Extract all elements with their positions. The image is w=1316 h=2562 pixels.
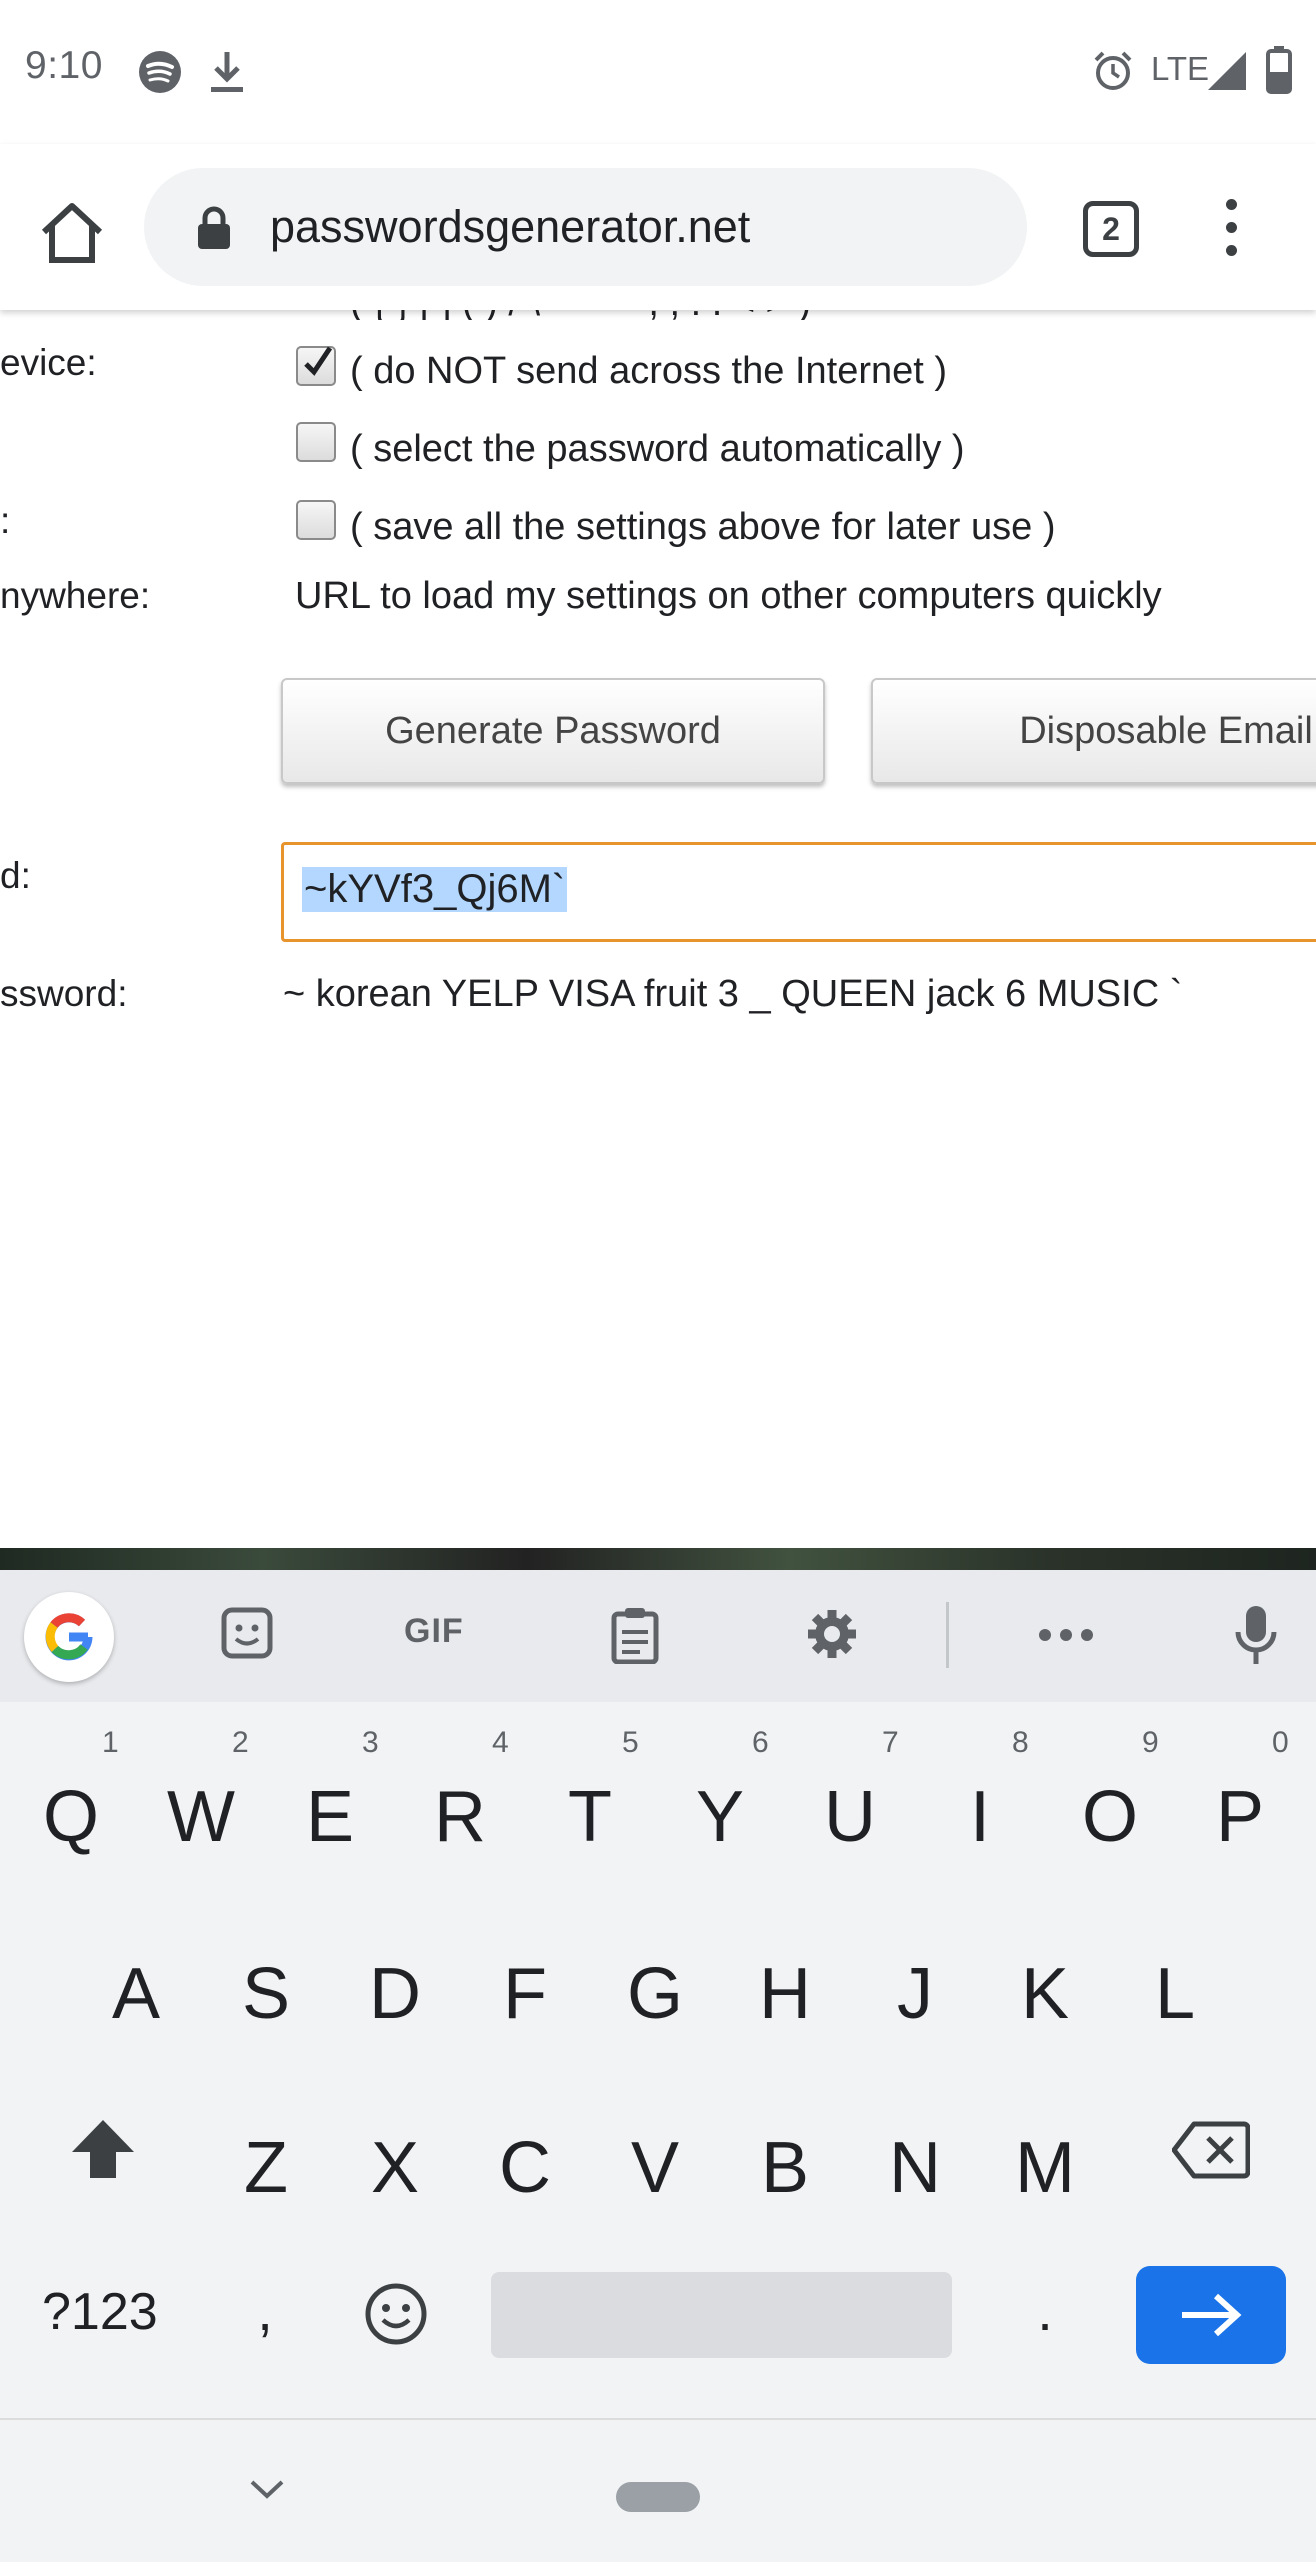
toolbar-divider [946, 1602, 949, 1668]
mic-icon[interactable] [1234, 1604, 1278, 1666]
settings-url-text[interactable]: URL to load my settings on other compute… [295, 575, 1162, 618]
key-z[interactable]: Z [216, 2127, 316, 2209]
arrow-right-icon [1182, 2293, 1242, 2337]
key-l[interactable]: L [1125, 1953, 1225, 2035]
signal-icon [1208, 52, 1246, 90]
clipboard-icon[interactable] [610, 1606, 660, 1664]
tab-switcher-button[interactable]: 2 [1083, 201, 1139, 257]
hint-2: 2 [232, 1726, 249, 1759]
shift-icon[interactable] [70, 2118, 136, 2180]
key-e[interactable]: E [280, 1776, 380, 1858]
hint-6: 6 [752, 1726, 769, 1759]
space-bar[interactable] [491, 2272, 952, 2358]
key-y[interactable]: Y [670, 1776, 770, 1858]
settings-icon[interactable] [804, 1606, 860, 1662]
row-label-save: : [0, 500, 11, 541]
hint-4: 4 [492, 1726, 509, 1759]
key-x[interactable]: X [345, 2127, 445, 2209]
key-b[interactable]: B [735, 2127, 835, 2209]
key-m[interactable]: M [995, 2127, 1095, 2209]
emoji-icon[interactable] [364, 2282, 428, 2346]
key-period[interactable]: . [995, 2278, 1095, 2343]
key-t[interactable]: T [540, 1776, 640, 1858]
gif-button[interactable]: GIF [404, 1612, 464, 1651]
keyboard-toolbar: GIF [0, 1570, 1316, 1702]
download-icon [211, 52, 243, 92]
checkmark-icon [304, 346, 333, 376]
home-icon[interactable] [36, 196, 108, 268]
remember-label: ssword: [0, 973, 128, 1014]
more-icon[interactable] [1038, 1628, 1094, 1642]
hint-7: 7 [882, 1726, 899, 1759]
key-comma[interactable]: , [215, 2278, 315, 2343]
key-d[interactable]: D [345, 1953, 445, 2035]
phonetic-password: ~ korean YELP VISA fruit 3 _ QUEEN jack … [283, 973, 1183, 1015]
wallpaper-strip [0, 1548, 1316, 1570]
status-time: 9:10 [25, 44, 103, 87]
password-value: ~kYVf3_Qj6M` [302, 867, 568, 912]
key-p[interactable]: P [1190, 1776, 1290, 1858]
browser-toolbar: passwordsgenerator.net 2 [0, 144, 1316, 310]
hide-keyboard-icon[interactable] [248, 2476, 286, 2504]
hint-5: 5 [622, 1726, 639, 1759]
sticker-icon[interactable] [220, 1606, 276, 1662]
hint-8: 8 [1012, 1726, 1029, 1759]
key-v[interactable]: V [605, 2127, 705, 2209]
lock-icon [198, 206, 230, 249]
row-label-device: evice: [0, 342, 97, 383]
key-n[interactable]: N [865, 2127, 965, 2209]
password-label: d: [0, 855, 31, 896]
row-label-anywhere: nywhere: [0, 575, 151, 616]
key-j[interactable]: J [865, 1953, 965, 2035]
battery-icon [1266, 46, 1292, 94]
checkbox-auto-select[interactable] [296, 422, 336, 462]
row-text-auto-select: ( select the password automatically ) [350, 428, 965, 470]
network-type: LTE [1151, 50, 1210, 87]
key-c[interactable]: C [475, 2127, 575, 2209]
key-w[interactable]: W [151, 1776, 251, 1858]
key-i[interactable]: I [930, 1776, 1030, 1858]
key-f[interactable]: F [475, 1953, 575, 2035]
key-o[interactable]: O [1060, 1776, 1160, 1858]
home-gesture-pill[interactable] [616, 2482, 700, 2512]
key-r[interactable]: R [410, 1776, 510, 1858]
google-icon[interactable] [24, 1592, 114, 1682]
row-text-save: ( save all the settings above for later … [350, 506, 1056, 548]
key-g[interactable]: G [605, 1953, 705, 2035]
navigation-bar [0, 2418, 1316, 2562]
address-bar[interactable]: passwordsgenerator.net [144, 168, 1027, 286]
hint-0: 0 [1272, 1726, 1289, 1759]
hint-3: 3 [362, 1726, 379, 1759]
key-q[interactable]: Q [21, 1776, 121, 1858]
key-h[interactable]: H [735, 1953, 835, 2035]
row-text-device: ( do NOT send across the Internet ) [350, 350, 948, 392]
key-a[interactable]: A [86, 1953, 186, 2035]
hint-9: 9 [1142, 1726, 1159, 1759]
hint-1: 1 [102, 1726, 119, 1759]
clipped-symbols-row: ( { } [ ] ( ) / \ ' " ` ~ , ; : . < > ) [350, 310, 820, 320]
page-content: ( { } [ ] ( ) / \ ' " ` ~ , ; : . < > ) … [0, 310, 1316, 1548]
status-bar: 9:10 LTE [0, 0, 1316, 144]
keyboard: GIF Q W E R T Y U I O P 1 2 3 4 5 6 7 8 … [0, 1570, 1316, 2418]
checkbox-generate-on-device[interactable] [296, 346, 336, 386]
alarm-icon [1094, 51, 1132, 90]
url-text: passwordsgenerator.net [270, 201, 751, 252]
symbols-key[interactable]: ?123 [42, 2282, 158, 2342]
enter-key[interactable] [1136, 2266, 1286, 2364]
password-field[interactable]: ~kYVf3_Qj6M` [281, 842, 1316, 942]
key-k[interactable]: K [995, 1953, 1095, 2035]
key-s[interactable]: S [216, 1953, 316, 2035]
checkbox-save-settings[interactable] [296, 500, 336, 540]
spotify-icon [139, 51, 181, 93]
clipped-symbols-text: ( { } [ ] ( ) / \ ' " ` ~ , ; : . < > ) [350, 310, 811, 320]
key-u[interactable]: U [800, 1776, 900, 1858]
disposable-email-button[interactable]: Disposable Email [871, 678, 1316, 784]
overflow-menu-icon[interactable] [1214, 199, 1248, 263]
backspace-icon[interactable] [1172, 2120, 1250, 2180]
generate-password-button[interactable]: Generate Password [281, 678, 825, 784]
